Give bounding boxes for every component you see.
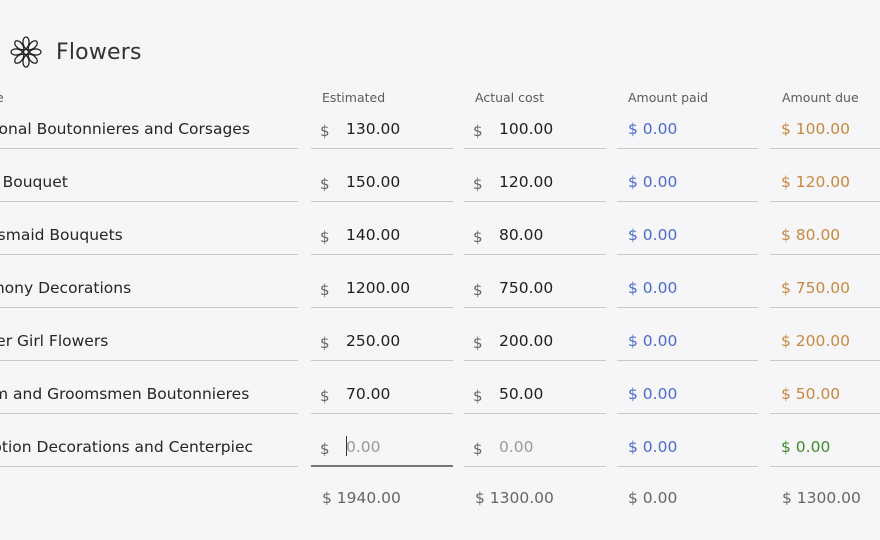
- actual-cost-input[interactable]: $120.00: [464, 160, 606, 202]
- actual-cost-input[interactable]: $50.00: [464, 372, 606, 414]
- amount-due-value: $ 80.00: [770, 213, 880, 255]
- item-name-field[interactable]: idesmaid Bouquets: [0, 213, 298, 255]
- amount-due-value: $ 100.00: [770, 107, 880, 149]
- table-row: idesmaid Bouquets $140.00 $80.00 $ 0.00 …: [0, 213, 880, 266]
- estimated-input[interactable]: $ 0.00: [311, 425, 453, 467]
- amount-due-value: $ 50.00: [770, 372, 880, 414]
- item-name-field[interactable]: ide Bouquet: [0, 160, 298, 202]
- amount-due-value: $ 0.00: [770, 425, 880, 467]
- table-row: ception Decorations and Centerpiec $ 0.0…: [0, 425, 880, 478]
- flower-icon: [8, 34, 44, 70]
- total-estimated: $ 1940.00: [322, 489, 401, 507]
- amount-due-value: $ 200.00: [770, 319, 880, 361]
- column-header-paid: Amount paid: [628, 90, 709, 105]
- amount-paid-value[interactable]: $ 0.00: [617, 266, 758, 308]
- column-header-name: e: [0, 90, 4, 105]
- category-header: Flowers: [8, 34, 142, 70]
- estimated-input[interactable]: $140.00: [311, 213, 453, 255]
- budget-page: Flowers e Estimated Actual cost Amount p…: [0, 0, 880, 540]
- actual-cost-input[interactable]: $200.00: [464, 319, 606, 361]
- column-header-actual: Actual cost: [475, 90, 545, 105]
- table-row: ide Bouquet $150.00 $120.00 $ 0.00 $ 120…: [0, 160, 880, 213]
- item-name-field[interactable]: oom and Groomsmen Boutonnieres: [0, 372, 298, 414]
- actual-cost-input[interactable]: $80.00: [464, 213, 606, 255]
- amount-due-value: $ 750.00: [770, 266, 880, 308]
- estimated-input[interactable]: $130.00: [311, 107, 453, 149]
- column-header-estimated: Estimated: [322, 90, 386, 105]
- amount-due-value: $ 120.00: [770, 160, 880, 202]
- amount-paid-value[interactable]: $ 0.00: [617, 372, 758, 414]
- total-due: $ 1300.00: [782, 489, 861, 507]
- amount-paid-value[interactable]: $ 0.00: [617, 425, 758, 467]
- table-row: oom and Groomsmen Boutonnieres $70.00 $5…: [0, 372, 880, 425]
- amount-paid-value[interactable]: $ 0.00: [617, 160, 758, 202]
- actual-cost-input[interactable]: $750.00: [464, 266, 606, 308]
- item-name-field[interactable]: ditional Boutonnieres and Corsages: [0, 107, 298, 149]
- column-header-due: Amount due: [782, 90, 859, 105]
- estimated-input[interactable]: $250.00: [311, 319, 453, 361]
- total-actual: $ 1300.00: [475, 489, 554, 507]
- estimated-input[interactable]: $70.00: [311, 372, 453, 414]
- amount-paid-value[interactable]: $ 0.00: [617, 319, 758, 361]
- actual-cost-input[interactable]: $0.00: [464, 425, 606, 467]
- item-name-field[interactable]: ception Decorations and Centerpiec: [0, 425, 298, 467]
- table-row: remony Decorations $1200.00 $750.00 $ 0.…: [0, 266, 880, 319]
- item-name-field[interactable]: remony Decorations: [0, 266, 298, 308]
- amount-paid-value[interactable]: $ 0.00: [617, 213, 758, 255]
- estimated-input[interactable]: $150.00: [311, 160, 453, 202]
- category-title: Flowers: [56, 39, 142, 65]
- item-name-field[interactable]: ower Girl Flowers: [0, 319, 298, 361]
- table-row: ower Girl Flowers $250.00 $200.00 $ 0.00…: [0, 319, 880, 372]
- estimated-input[interactable]: $1200.00: [311, 266, 453, 308]
- total-paid: $ 0.00: [628, 489, 678, 507]
- amount-paid-value[interactable]: $ 0.00: [617, 107, 758, 149]
- actual-cost-input[interactable]: $100.00: [464, 107, 606, 149]
- table-row: ditional Boutonnieres and Corsages $130.…: [0, 107, 880, 160]
